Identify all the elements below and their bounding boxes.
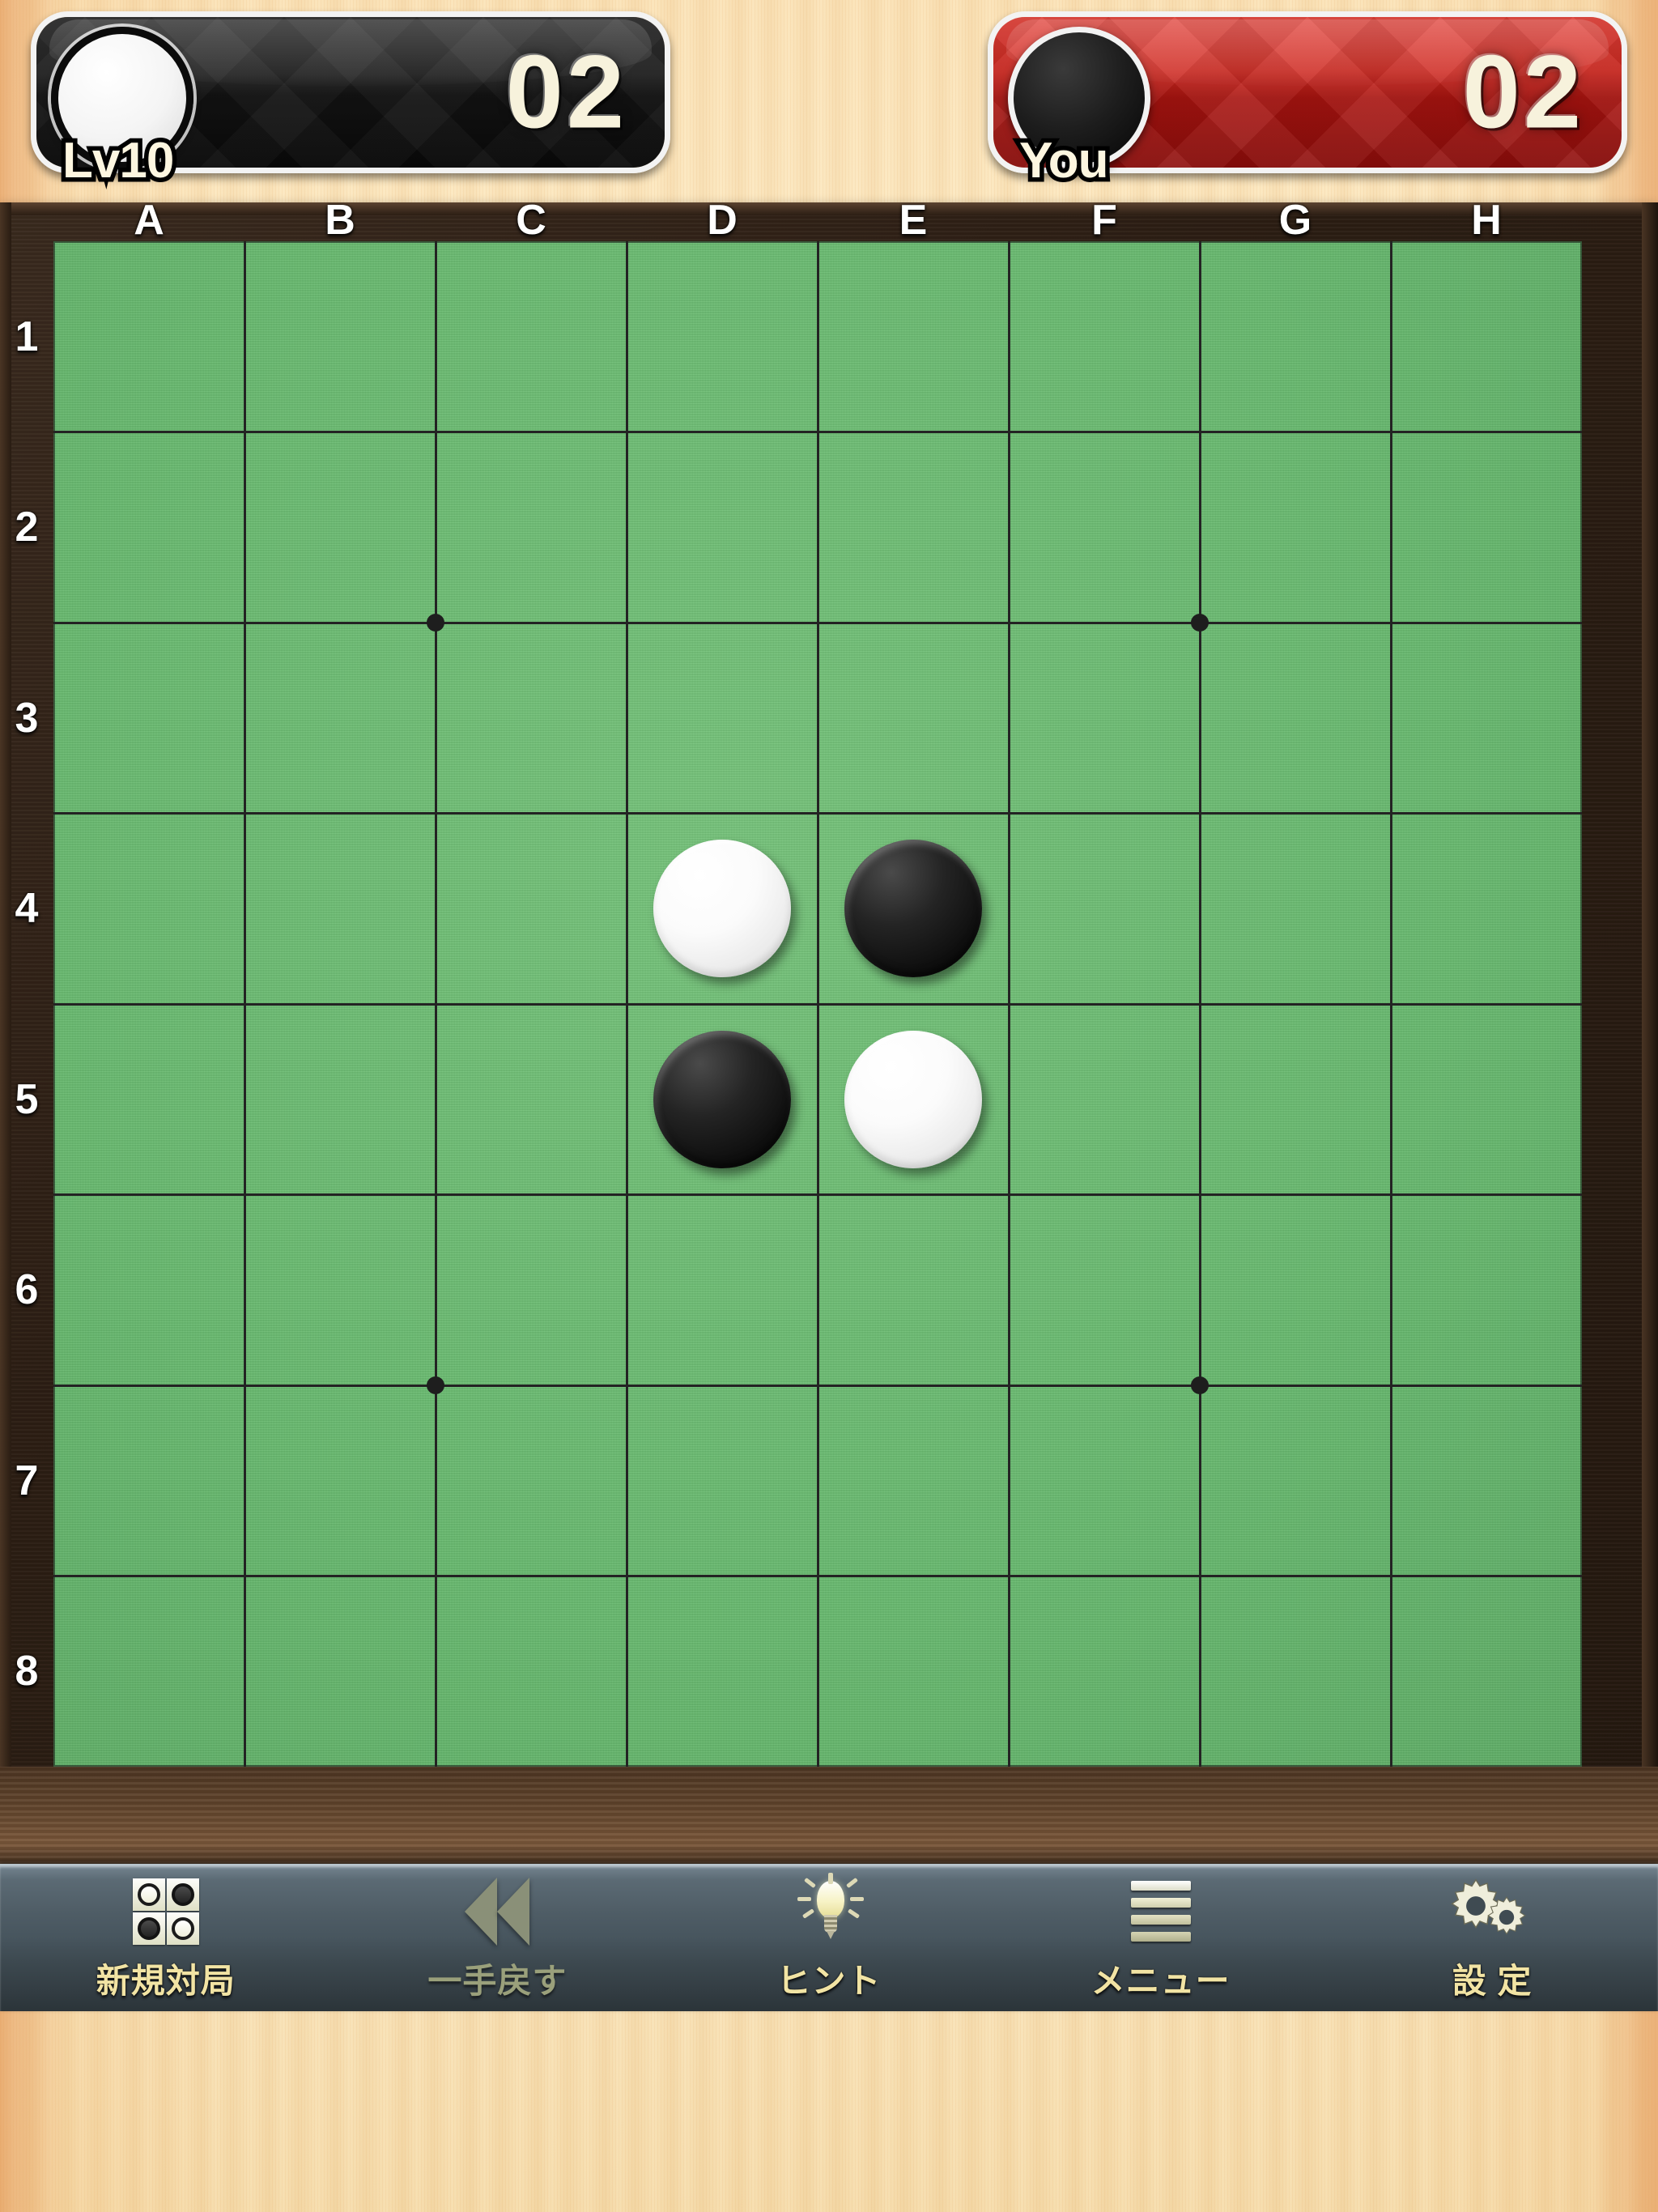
board-cell-H7[interactable] — [1391, 1385, 1582, 1576]
board-cell-C3[interactable] — [436, 623, 627, 814]
board-cell-A1[interactable] — [53, 241, 244, 432]
board-cell-E3[interactable] — [818, 623, 1009, 814]
board-cell-G3[interactable] — [1200, 623, 1391, 814]
board-cell-H2[interactable] — [1391, 432, 1582, 623]
new-game-button[interactable]: 新規対局 — [0, 1865, 332, 2011]
you-score-panel: You 02 — [988, 11, 1627, 194]
board-cell-F2[interactable] — [1009, 432, 1200, 623]
board-cell-H4[interactable] — [1391, 814, 1582, 1005]
menu-hamburger-icon — [1130, 1874, 1191, 1949]
board-cell-A2[interactable] — [53, 432, 244, 623]
board-cell-H5[interactable] — [1391, 1004, 1582, 1195]
gear-small-icon — [1487, 1895, 1526, 1935]
undo-label: 一手戻す — [427, 1961, 568, 2000]
frame-bevel-bottom — [0, 1767, 1658, 1864]
board-cell-C8[interactable] — [436, 1576, 627, 1767]
disc-white-E5 — [844, 1030, 982, 1168]
board-cell-C6[interactable] — [436, 1195, 627, 1386]
hint-button[interactable]: ヒント — [663, 1865, 995, 2011]
board-cell-A5[interactable] — [53, 1004, 244, 1195]
board-cell-C2[interactable] — [436, 432, 627, 623]
frame-bevel-top — [0, 202, 1658, 215]
board-cell-B8[interactable] — [244, 1576, 436, 1767]
board-cell-E7[interactable] — [818, 1385, 1009, 1576]
board-cell-F6[interactable] — [1009, 1195, 1200, 1386]
board-cell-A8[interactable] — [53, 1576, 244, 1767]
you-player-label: You — [1015, 129, 1113, 194]
bottom-toolbar: 新規対局 一手戻す ヒント メニュー 設 定 — [0, 1864, 1658, 2011]
settings-label: 設 定 — [1452, 1961, 1533, 2000]
board-cell-B1[interactable] — [244, 241, 436, 432]
board-cell-B7[interactable] — [244, 1385, 436, 1576]
board-cell-C7[interactable] — [436, 1385, 627, 1576]
board-grid[interactable] — [53, 241, 1582, 1767]
board-cell-B4[interactable] — [244, 814, 436, 1005]
board-cell-G1[interactable] — [1200, 241, 1391, 432]
board-cell-B5[interactable] — [244, 1004, 436, 1195]
board-cell-H3[interactable] — [1391, 623, 1582, 814]
board-cell-E2[interactable] — [818, 432, 1009, 623]
board-cell-B6[interactable] — [244, 1195, 436, 1386]
game-board[interactable]: ABCDEFGH 12345678 — [0, 199, 1658, 1864]
board-cell-G7[interactable] — [1200, 1385, 1391, 1576]
hint-label: ヒント — [776, 1961, 882, 2000]
board-cell-G5[interactable] — [1200, 1004, 1391, 1195]
board-cell-A4[interactable] — [53, 814, 244, 1005]
board-cell-D6[interactable] — [627, 1195, 818, 1386]
undo-icon — [465, 1874, 530, 1949]
disc-black-E4 — [844, 840, 982, 978]
board-cell-E6[interactable] — [818, 1195, 1009, 1386]
menu-button[interactable]: メニュー — [995, 1865, 1327, 2011]
disc-white-D4 — [653, 840, 791, 978]
settings-gears-icon — [1448, 1874, 1537, 1949]
board-cell-A3[interactable] — [53, 623, 244, 814]
new-game-icon — [132, 1874, 199, 1949]
board-cell-G6[interactable] — [1200, 1195, 1391, 1386]
board-cell-D2[interactable] — [627, 432, 818, 623]
board-cell-F5[interactable] — [1009, 1004, 1200, 1195]
board-cell-C5[interactable] — [436, 1004, 627, 1195]
hint-bulb-icon — [793, 1872, 865, 1949]
board-cell-D8[interactable] — [627, 1576, 818, 1767]
board-cell-F8[interactable] — [1009, 1576, 1200, 1767]
board-cell-B3[interactable] — [244, 623, 436, 814]
board-cell-F3[interactable] — [1009, 623, 1200, 814]
disc-black-D5 — [653, 1030, 791, 1168]
board-cell-H8[interactable] — [1391, 1576, 1582, 1767]
board-cell-D7[interactable] — [627, 1385, 818, 1576]
board-cell-F4[interactable] — [1009, 814, 1200, 1005]
othello-game-screen: Lv10 02 You 02 ABCDEFGH 12345678 新規対局 一手… — [0, 0, 1658, 2212]
board-cell-B2[interactable] — [244, 432, 436, 623]
board-cell-E1[interactable] — [818, 241, 1009, 432]
you-score-value: 02 — [1462, 34, 1584, 151]
board-cell-A7[interactable] — [53, 1385, 244, 1576]
board-cell-H6[interactable] — [1391, 1195, 1582, 1386]
board-cell-G2[interactable] — [1200, 432, 1391, 623]
board-cell-D1[interactable] — [627, 241, 818, 432]
board-cell-F1[interactable] — [1009, 241, 1200, 432]
settings-button[interactable]: 設 定 — [1326, 1865, 1658, 2011]
frame-bevel-left — [0, 202, 11, 1864]
cpu-score-panel: Lv10 02 — [31, 11, 670, 194]
frame-bevel-right — [1642, 202, 1658, 1864]
cpu-score-value: 02 — [505, 34, 627, 151]
board-cell-F7[interactable] — [1009, 1385, 1200, 1576]
board-cell-H1[interactable] — [1391, 241, 1582, 432]
board-cell-C1[interactable] — [436, 241, 627, 432]
cpu-player-label: Lv10 — [57, 129, 178, 194]
board-cell-C4[interactable] — [436, 814, 627, 1005]
board-cell-G8[interactable] — [1200, 1576, 1391, 1767]
board-cell-G4[interactable] — [1200, 814, 1391, 1005]
menu-label: メニュー — [1090, 1961, 1231, 2000]
board-cell-E8[interactable] — [818, 1576, 1009, 1767]
undo-button[interactable]: 一手戻す — [332, 1865, 664, 2011]
board-cell-D3[interactable] — [627, 623, 818, 814]
new-game-label: 新規対局 — [96, 1961, 236, 2000]
board-cell-A6[interactable] — [53, 1195, 244, 1386]
